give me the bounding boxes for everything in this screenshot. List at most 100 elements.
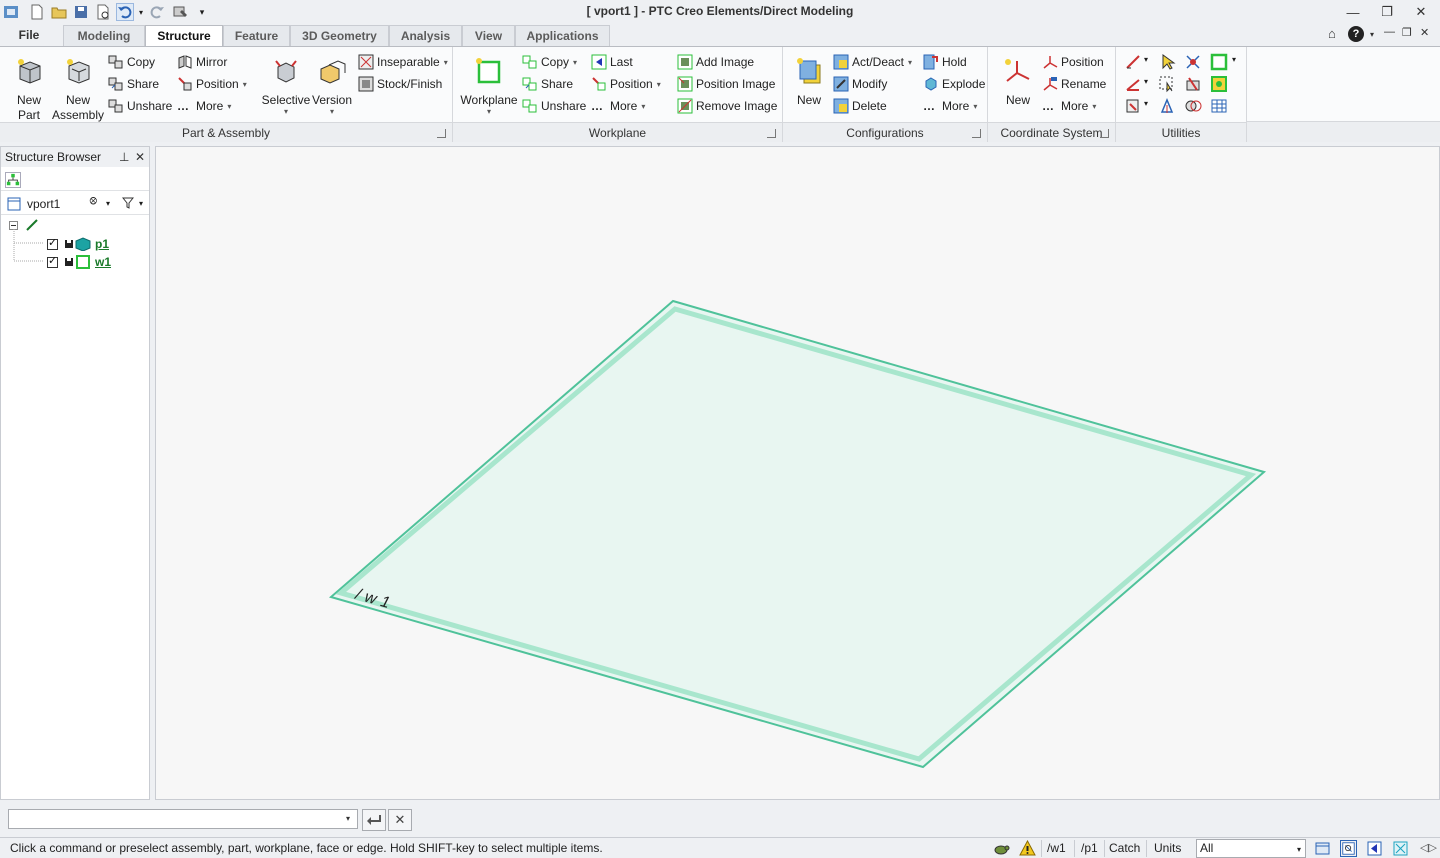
select-multiple-icon[interactable] [1158, 97, 1176, 115]
act-deact-button[interactable]: Act/Deact ▾ [833, 52, 912, 72]
clearance-icon[interactable] [1184, 75, 1202, 93]
single-viewport-icon[interactable] [1314, 840, 1331, 857]
doc-close-icon[interactable]: ✕ [1420, 26, 1429, 39]
wp-unshare-button[interactable]: Unshare [522, 96, 586, 116]
unshare-button[interactable]: Unshare [108, 96, 172, 116]
catch-button[interactable]: Catch [1109, 841, 1140, 855]
enter-command-button[interactable] [362, 809, 386, 831]
tab-file[interactable]: File [8, 25, 50, 47]
position-button[interactable]: Position ▾ [177, 74, 247, 94]
tab-feature[interactable]: Feature [223, 25, 290, 47]
measure-angle-dropdown-icon[interactable]: ▾ [1144, 77, 1148, 86]
wp-last-button[interactable]: Last [591, 52, 633, 72]
new-part-button[interactable]: New Part [10, 57, 48, 123]
share-button[interactable]: Share [108, 74, 159, 94]
ribbon-collapse-icon[interactable]: ⌂ [1328, 26, 1336, 41]
maximize-icon[interactable]: ❐ [1370, 2, 1404, 22]
cancel-command-button[interactable]: ✕ [388, 809, 412, 831]
config-modify-button[interactable]: Modify [833, 74, 887, 94]
tab-structure[interactable]: Structure [145, 25, 223, 48]
coordinate-system-launcher-icon[interactable] [1100, 129, 1109, 138]
hold-button[interactable]: Hold [923, 52, 967, 72]
tab-3d-geometry[interactable]: 3D Geometry [290, 25, 389, 47]
display-frame-dropdown-icon[interactable]: ▾ [1232, 55, 1236, 64]
mass-properties-dropdown-icon[interactable]: ▾ [1144, 99, 1148, 108]
browser-close-icon[interactable]: ✕ [135, 147, 145, 167]
active-workplane-indicator[interactable]: /w1 [1047, 841, 1066, 855]
tree-item-p1[interactable]: p1 [47, 235, 109, 253]
warning-icon[interactable] [1019, 840, 1036, 857]
viewport-canvas[interactable]: /w1 [156, 147, 1439, 799]
mass-properties-icon[interactable] [1124, 97, 1142, 115]
copy-button[interactable]: Copy [108, 52, 155, 72]
interference-icon[interactable] [1184, 97, 1202, 115]
tree-item-w1[interactable]: w1 [47, 253, 111, 271]
version-button[interactable]: Version ▾ [310, 57, 354, 116]
selective-button[interactable]: Selective ▾ [258, 57, 314, 116]
zoom-all-icon[interactable] [1392, 840, 1409, 857]
tab-view[interactable]: View [462, 25, 515, 47]
config-delete-button[interactable]: Delete [833, 96, 887, 116]
workplane-w1[interactable] [328, 299, 1267, 769]
display-frame-icon[interactable] [1210, 53, 1228, 71]
tree-view-icon[interactable] [5, 172, 21, 188]
position-image-button[interactable]: Position Image [677, 74, 775, 94]
tab-analysis[interactable]: Analysis [389, 25, 462, 47]
wp-position-button[interactable]: Position ▾ [591, 74, 661, 94]
command-input[interactable] [8, 809, 358, 829]
status-scroll-icon[interactable]: ◁▷ [1420, 841, 1437, 854]
active-part-indicator[interactable]: /p1 [1081, 841, 1098, 855]
fit-view-icon[interactable] [1340, 840, 1357, 857]
cs-rename-button[interactable]: Rename [1042, 74, 1106, 94]
table-view-icon[interactable] [1210, 97, 1228, 115]
check-geometry-icon[interactable] [1184, 53, 1202, 71]
wp-copy-button[interactable]: Copy ▾ [522, 52, 577, 72]
new-assembly-button[interactable]: New Assembly [50, 57, 106, 123]
doc-minimize-icon[interactable]: — [1384, 26, 1395, 38]
selection-filter-select[interactable]: All ▾ [1196, 839, 1306, 858]
filter-dropdown-icon[interactable]: ▾ [139, 199, 143, 208]
pin-icon[interactable]: ⊥ [119, 147, 129, 167]
help-icon[interactable]: ? [1348, 26, 1364, 42]
close-icon[interactable]: ✕ [1404, 2, 1438, 22]
explode-button[interactable]: Explode [923, 74, 985, 94]
binoculars-icon[interactable]: ꕕ [89, 196, 98, 209]
cs-more-button[interactable]: … More ▾ [1042, 96, 1096, 116]
workplane-button[interactable]: Workplane ▾ [458, 57, 520, 116]
config-new-button[interactable]: New [789, 57, 829, 108]
wp-share-button[interactable]: Share [522, 74, 573, 94]
part-assembly-launcher-icon[interactable] [437, 129, 446, 138]
filter-icon[interactable] [122, 197, 134, 209]
wp-more-button[interactable]: … More ▾ [591, 96, 645, 116]
select-pointer-icon[interactable] [1158, 53, 1176, 71]
units-button[interactable]: Units [1154, 841, 1181, 855]
cs-position-button[interactable]: Position [1042, 52, 1104, 72]
root-label[interactable]: vport1 [27, 197, 60, 211]
render-icon[interactable] [1210, 75, 1228, 93]
turtle-icon[interactable] [993, 840, 1010, 857]
configurations-launcher-icon[interactable] [972, 129, 981, 138]
tab-modeling[interactable]: Modeling [63, 25, 145, 47]
add-image-button[interactable]: Add Image [677, 52, 754, 72]
measure-angle-icon[interactable] [1124, 75, 1142, 93]
doc-restore-icon[interactable]: ❐ [1402, 26, 1412, 39]
3d-viewport[interactable]: /w1 [155, 146, 1440, 800]
command-history-dropdown-icon[interactable]: ▾ [346, 814, 350, 823]
mirror-button[interactable]: Mirror [177, 52, 227, 72]
previous-view-icon[interactable] [1366, 840, 1383, 857]
visibility-checkbox[interactable] [47, 254, 58, 268]
minimize-icon[interactable]: — [1336, 2, 1370, 22]
workplane-launcher-icon[interactable] [767, 129, 776, 138]
more-part-button[interactable]: … More ▾ [177, 96, 231, 116]
stock-finish-button[interactable]: Stock/Finish [358, 74, 442, 94]
help-dropdown-icon[interactable]: ▾ [1370, 30, 1374, 39]
select-box-icon[interactable] [1158, 75, 1176, 93]
remove-image-button[interactable]: Remove Image [677, 96, 777, 116]
visibility-checkbox[interactable] [47, 236, 58, 250]
inseparable-button[interactable]: Inseparable ▾ [358, 52, 448, 72]
measure-distance-icon[interactable] [1124, 53, 1142, 71]
tab-applications[interactable]: Applications [515, 25, 610, 47]
cs-new-button[interactable]: New [996, 57, 1040, 108]
measure-distance-dropdown-icon[interactable]: ▾ [1144, 55, 1148, 64]
search-dropdown-icon[interactable]: ▾ [106, 199, 110, 208]
